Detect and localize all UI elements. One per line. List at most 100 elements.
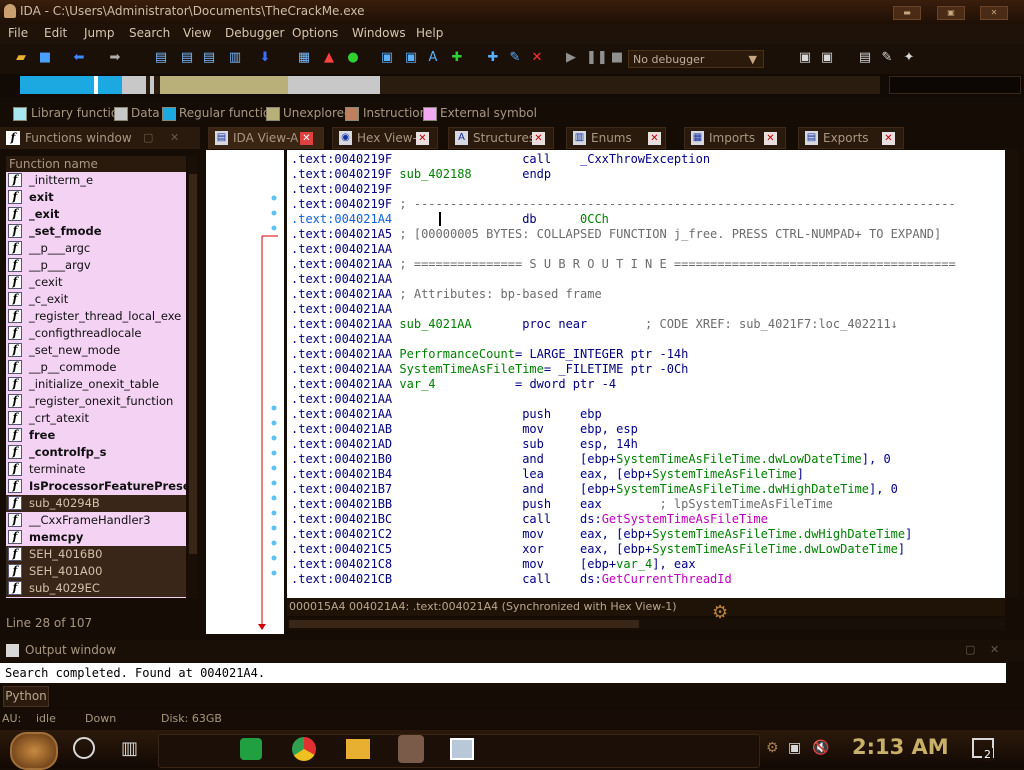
tab-structures[interactable]: A Structures ✕ bbox=[448, 127, 554, 149]
list-item[interactable]: f sub_40294B bbox=[6, 495, 186, 512]
tab-hex-view-1[interactable]: ◉ Hex View-1 ✕ bbox=[332, 127, 438, 149]
toolbar-icon-5[interactable]: ✚ bbox=[448, 49, 466, 67]
tab-enums[interactable]: ▥ Enums ✕ bbox=[566, 127, 666, 149]
file-explorer-icon[interactable] bbox=[346, 739, 370, 759]
list-item[interactable]: f _register_onexit_function bbox=[6, 393, 186, 410]
warning-icon[interactable]: ▲ bbox=[320, 49, 338, 67]
tab-imports[interactable]: ▦ Imports ✕ bbox=[684, 127, 786, 149]
functions-scrollbar[interactable] bbox=[188, 156, 198, 598]
close-tab-icon[interactable]: ✕ bbox=[882, 132, 895, 145]
code-line[interactable]: .text:004021AA push ebp bbox=[291, 407, 602, 422]
delete-icon[interactable]: ✕ bbox=[528, 49, 546, 67]
code-line[interactable]: .text:004021C2 mov eax, [ebp+SystemTimeA… bbox=[291, 527, 912, 542]
code-icon[interactable]: ▣ bbox=[378, 49, 396, 67]
code-line[interactable]: .text:004021BB push eax ; lpSystemTimeAs… bbox=[291, 497, 833, 512]
list-item[interactable]: f IsProcessorFeaturePresent bbox=[6, 478, 186, 495]
functions-list[interactable]: f _initterm_e f exit f _exit f _set_fmode f __p__… bbox=[6, 172, 186, 598]
list-item[interactable]: f free bbox=[6, 427, 186, 444]
volume-muted-icon[interactable]: 🔇 bbox=[812, 740, 829, 756]
toolbar-icon-11[interactable]: ✦ bbox=[900, 49, 918, 67]
code-line[interactable]: .text:004021B4 lea eax, [ebp+SystemTimeA… bbox=[291, 467, 804, 482]
maximize-button[interactable]: ▣ bbox=[937, 6, 965, 20]
close-panel-icon[interactable]: ✕ bbox=[170, 131, 179, 144]
code-line[interactable]: .text:004021AA var_4 = dword ptr -4 bbox=[291, 377, 616, 392]
network-icon[interactable]: ▣ bbox=[788, 740, 801, 756]
code-horizontal-scrollbar[interactable] bbox=[287, 618, 1005, 630]
close-tab-icon[interactable]: ✕ bbox=[416, 132, 429, 145]
list-item[interactable]: f _crt_atexit bbox=[6, 410, 186, 427]
code-line[interactable]: .text:0040219F bbox=[291, 182, 522, 197]
list-item[interactable]: f terminate bbox=[6, 461, 186, 478]
function-name-column-header[interactable]: Function name bbox=[6, 156, 186, 172]
list-item[interactable]: f _register_thread_local_exe bbox=[6, 308, 186, 325]
code-line[interactable]: .text:004021AA sub_4021AA proc near ; CO… bbox=[291, 317, 898, 332]
functions-window-titlebar[interactable]: f Functions window ▢ ✕ bbox=[0, 127, 200, 149]
chrome-icon[interactable] bbox=[292, 737, 316, 761]
green-circle-icon[interactable]: ● bbox=[344, 49, 362, 67]
ida-app-icon[interactable] bbox=[398, 735, 424, 763]
code-line[interactable]: .text:004021AA PerformanceCount= LARGE_I… bbox=[291, 347, 688, 362]
list-item[interactable]: f _exit bbox=[6, 206, 186, 223]
pause-icon[interactable]: ❚❚ bbox=[586, 49, 608, 67]
menu-view[interactable]: View bbox=[183, 26, 211, 40]
code-line[interactable]: .text:004021CB call ds:GetCurrentThreadI… bbox=[291, 572, 732, 587]
toolbar-icon-6[interactable]: ✚ bbox=[484, 49, 502, 67]
list-item[interactable]: f SEH_4016B0 bbox=[6, 546, 186, 563]
code-line[interactable]: .text:004021AA ; Attributes: bp-based fr… bbox=[291, 287, 602, 302]
list-item[interactable]: f _initterm_e bbox=[6, 172, 186, 189]
window-app-icon[interactable] bbox=[450, 738, 474, 760]
ascii-icon[interactable]: A bbox=[424, 49, 442, 67]
code-line[interactable]: .text:004021AD sub esp, 14h bbox=[291, 437, 638, 452]
code-line[interactable]: .text:004021AA bbox=[291, 302, 522, 317]
minimize-button[interactable]: ▬ bbox=[893, 6, 921, 20]
navigation-band-dropdown[interactable] bbox=[889, 76, 1021, 94]
menu-options[interactable]: Options bbox=[292, 26, 338, 40]
list-item[interactable]: f exit bbox=[6, 189, 186, 206]
code-line[interactable]: .text:004021AA bbox=[291, 392, 522, 407]
code-horizontal-scrollbar-thumb[interactable] bbox=[289, 620, 639, 628]
debugger-select[interactable]: No debugger ▼ bbox=[628, 50, 764, 68]
start-button[interactable] bbox=[10, 732, 58, 770]
close-tab-icon[interactable]: ✕ bbox=[764, 132, 777, 145]
float-icon[interactable]: ▢ bbox=[965, 643, 975, 656]
output-window-titlebar[interactable]: Output window ▢ ✕ bbox=[0, 640, 1024, 662]
menu-windows[interactable]: Windows bbox=[352, 26, 406, 40]
tab-ida-view-a[interactable]: ▤ IDA View-A ✕ bbox=[208, 127, 324, 149]
code-line[interactable]: .text:004021C8 mov [ebp+var_4], eax bbox=[291, 557, 696, 572]
code-line[interactable]: .text:004021B0 and [ebp+SystemTimeAsFile… bbox=[291, 452, 891, 467]
float-icon[interactable]: ▢ bbox=[143, 131, 153, 144]
code-line[interactable]: .text:004021AA SystemTimeAsFileTime= _FI… bbox=[291, 362, 688, 377]
code-flow-arrows-gutter[interactable] bbox=[206, 150, 284, 634]
open-folder-icon[interactable]: ▰ bbox=[12, 49, 30, 67]
navigation-band[interactable] bbox=[20, 76, 880, 94]
grid-icon[interactable]: ▦ bbox=[295, 49, 313, 67]
task-view-icon[interactable]: ▥ bbox=[121, 738, 138, 759]
menu-help[interactable]: Help bbox=[416, 26, 443, 40]
forward-arrow-icon[interactable]: ➡ bbox=[106, 49, 124, 67]
code-line[interactable]: .text:004021AA bbox=[291, 242, 522, 257]
menu-edit[interactable]: Edit bbox=[44, 26, 67, 40]
pencil-icon[interactable]: ✎ bbox=[506, 49, 524, 67]
back-arrow-icon[interactable]: ⬅ bbox=[70, 49, 88, 67]
close-tab-icon[interactable]: ✕ bbox=[532, 132, 545, 145]
list-item[interactable]: f sub_4029EC bbox=[6, 580, 186, 597]
toolbar-icon-8[interactable]: ▣ bbox=[818, 49, 836, 67]
play-icon[interactable]: ▶ bbox=[562, 49, 580, 67]
gear-icon[interactable]: ⚙ bbox=[766, 740, 779, 756]
list-item[interactable]: f __p___argv bbox=[6, 257, 186, 274]
list-item[interactable]: f __p___argc bbox=[6, 240, 186, 257]
list-item[interactable]: f SEH_401A00 bbox=[6, 563, 186, 580]
toolbar-icon-7[interactable]: ▣ bbox=[796, 49, 814, 67]
menu-jump[interactable]: Jump bbox=[84, 26, 114, 40]
list-item[interactable]: f _set_new_mode bbox=[6, 342, 186, 359]
cortana-circle-icon[interactable] bbox=[73, 737, 95, 759]
menu-file[interactable]: File bbox=[8, 26, 28, 40]
down-arrow-icon[interactable]: ⬇ bbox=[256, 49, 274, 67]
list-item[interactable]: f _set_fmode bbox=[6, 223, 186, 240]
code-line[interactable]: .text:0040219F sub_402188 endp bbox=[291, 167, 580, 182]
toolbar-icon-10[interactable]: ✎ bbox=[878, 49, 896, 67]
code-line[interactable]: .text:004021A4 db 0CCh bbox=[291, 212, 609, 227]
code-vertical-scrollbar[interactable] bbox=[1006, 150, 1018, 598]
code-line[interactable]: .text:004021BC call ds:GetSystemTimeAsFi… bbox=[291, 512, 768, 527]
data-icon[interactable]: ▣ bbox=[402, 49, 420, 67]
